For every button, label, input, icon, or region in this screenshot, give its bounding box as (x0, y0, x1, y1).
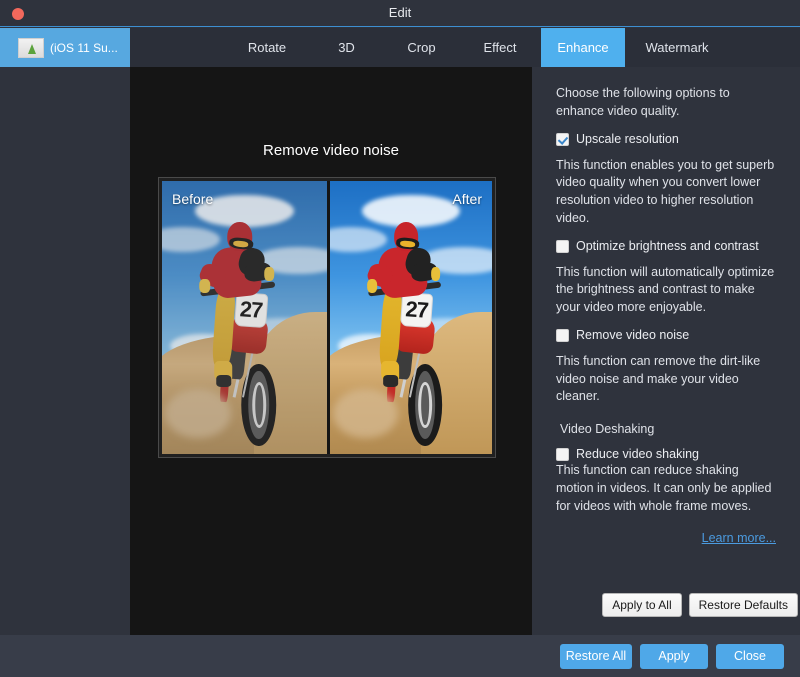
rider-left-glove-shape (200, 279, 211, 293)
title-bar: Edit (0, 0, 800, 27)
dust-shape (165, 389, 231, 438)
panel-intro-text: Choose the following options to enhance … (556, 85, 776, 121)
file-item-label: (iOS 11 Su... (50, 41, 118, 55)
tab-3d[interactable]: 3D (309, 28, 384, 67)
option-description: This function can reduce shaking motion … (556, 462, 776, 515)
checkbox-upscale-resolution[interactable] (556, 133, 569, 146)
before-after-comparison: 27 Before (158, 177, 496, 458)
option-upscale-resolution[interactable]: Upscale resolution (556, 132, 776, 147)
dust-shape (333, 389, 398, 438)
bike-number: 27 (402, 293, 433, 327)
option-label: Remove video noise (576, 328, 689, 343)
file-list-item[interactable]: (iOS 11 Su... (0, 28, 130, 67)
option-description: This function can remove the dirt-like v… (556, 353, 776, 406)
after-image: 27 (330, 181, 492, 454)
window-title: Edit (0, 0, 800, 26)
checkbox-reduce-video-shaking[interactable] (556, 448, 569, 461)
tab-strip: (iOS 11 Su... Rotate 3D Crop Effect Enha… (0, 28, 800, 67)
tab-crop[interactable]: Crop (384, 28, 459, 67)
number-plate: 27 (400, 292, 433, 328)
panel-action-buttons: Apply to All Restore Defaults (532, 593, 800, 617)
option-remove-video-noise[interactable]: Remove video noise (556, 328, 776, 343)
after-pane: 27 After (327, 181, 492, 454)
option-label: Upscale resolution (576, 132, 679, 147)
option-label: Optimize brightness and contrast (576, 239, 759, 254)
tab-effect[interactable]: Effect (459, 28, 541, 67)
option-optimize-brightness-contrast[interactable]: Optimize brightness and contrast (556, 239, 776, 254)
rider-left-glove-shape (367, 279, 377, 293)
option-description: This function will automatically optimiz… (556, 264, 776, 317)
rider-boot-sole-shape (383, 375, 398, 386)
restore-defaults-button[interactable]: Restore Defaults (689, 593, 798, 617)
apply-to-all-button[interactable]: Apply to All (602, 593, 681, 617)
before-image: 27 (162, 181, 327, 454)
bike-number: 27 (235, 293, 267, 327)
tab-watermark[interactable]: Watermark (625, 28, 729, 67)
restore-all-button[interactable]: Restore All (560, 644, 632, 669)
rider-boot-sole-shape (216, 375, 231, 386)
before-pane: 27 Before (162, 181, 327, 454)
number-plate: 27 (234, 292, 268, 329)
preview-title: Remove video noise (130, 142, 532, 159)
tab-enhance[interactable]: Enhance (541, 28, 625, 67)
before-label: Before (172, 191, 213, 207)
video-thumbnail-icon (18, 38, 44, 58)
enhance-options-panel: Choose the following options to enhance … (532, 67, 800, 635)
option-reduce-video-shaking[interactable]: Reduce video shaking (556, 447, 776, 462)
checkbox-optimize-brightness-contrast[interactable] (556, 240, 569, 253)
rider-right-glove-shape (431, 267, 440, 281)
option-description: This function enables you to get superb … (556, 157, 776, 228)
edit-tabs: Rotate 3D Crop Effect Enhance Watermark (130, 28, 800, 67)
close-button[interactable]: Close (716, 644, 784, 669)
edit-window: Edit (iOS 11 Su... Rotate 3D Crop Effect… (0, 0, 800, 677)
preview-area: Remove video noise (130, 67, 532, 635)
tab-spacer (130, 28, 225, 67)
option-label: Reduce video shaking (576, 447, 699, 462)
tab-rotate[interactable]: Rotate (225, 28, 309, 67)
checkbox-remove-video-noise[interactable] (556, 329, 569, 342)
section-label-video-deshaking: Video Deshaking (556, 422, 776, 436)
footer-bar: Restore All Apply Close (0, 635, 800, 677)
learn-more-link[interactable]: Learn more... (556, 531, 776, 545)
apply-button[interactable]: Apply (640, 644, 708, 669)
rider-right-glove-shape (265, 267, 275, 281)
after-label: After (452, 191, 482, 207)
